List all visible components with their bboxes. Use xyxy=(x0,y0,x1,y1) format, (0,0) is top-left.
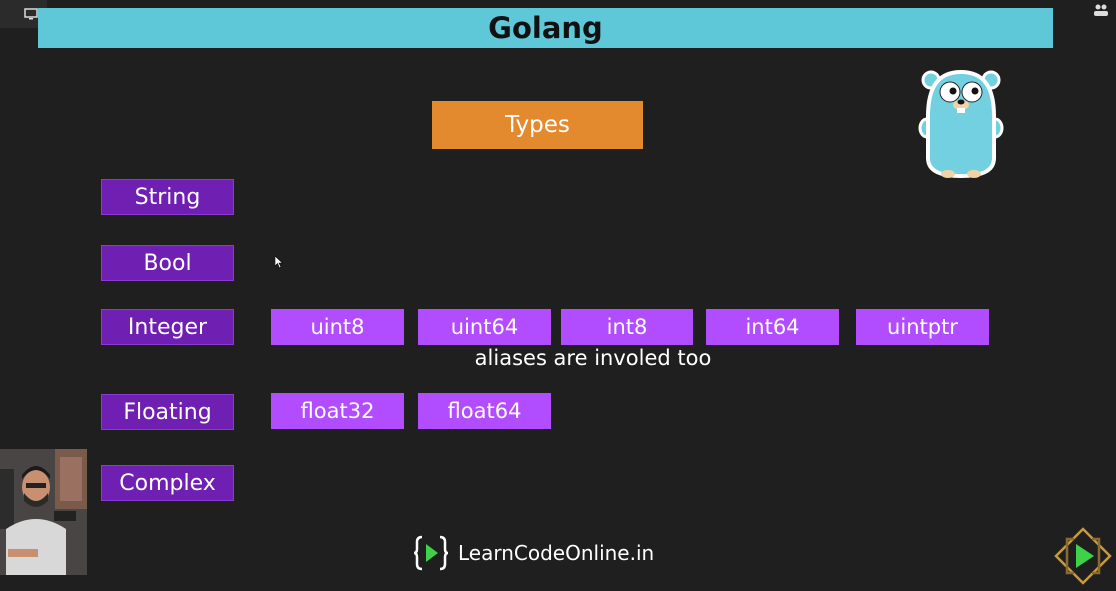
float-type-float64: float64 xyxy=(418,393,551,429)
slide-title-bar: Golang xyxy=(38,8,1053,48)
integer-type-uint8: uint8 xyxy=(271,309,404,345)
category-complex: Complex xyxy=(101,465,234,501)
presenter-figure-icon xyxy=(0,449,87,575)
category-string: String xyxy=(101,179,234,215)
footer-brand-text: LearnCodeOnline.in xyxy=(458,541,655,565)
category-bool: Bool xyxy=(101,245,234,281)
integer-type-uintptr: uintptr xyxy=(856,309,989,345)
presenter-webcam xyxy=(0,449,87,575)
learncodeonline-logo-icon xyxy=(414,535,448,571)
category-integer: Integer xyxy=(101,309,234,345)
screen-share-icon[interactable] xyxy=(24,7,38,21)
category-floating: Floating xyxy=(101,394,234,430)
mouse-cursor-icon xyxy=(275,256,283,268)
slide-title: Golang xyxy=(488,11,603,45)
float-type-float32: float32 xyxy=(271,393,404,429)
aliases-note: aliases are involed too xyxy=(474,346,712,370)
footer-brand: LearnCodeOnline.in xyxy=(414,534,654,572)
participants-icon[interactable] xyxy=(1092,2,1110,18)
gopher-mascot-icon xyxy=(918,69,1004,179)
lco-play-brand-icon xyxy=(1054,527,1112,585)
integer-type-int8: int8 xyxy=(561,309,693,345)
types-heading: Types xyxy=(432,101,643,149)
integer-type-uint64: uint64 xyxy=(418,309,551,345)
integer-type-int64: int64 xyxy=(706,309,839,345)
